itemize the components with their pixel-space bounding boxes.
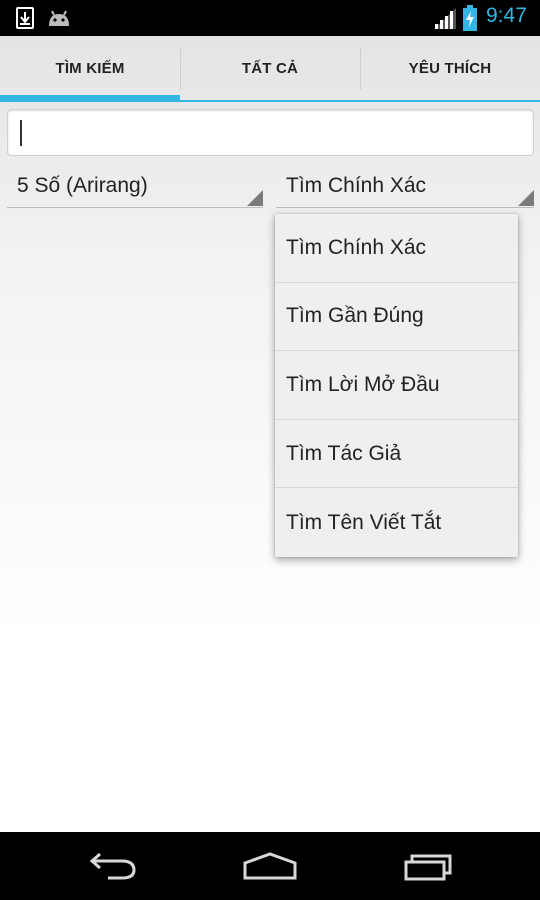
- home-button[interactable]: [235, 846, 305, 886]
- tab-label: TẤT CẢ: [241, 59, 299, 77]
- tab-search[interactable]: TÌM KIẾM: [0, 36, 180, 102]
- android-robot-icon: [49, 10, 69, 26]
- option-label: Tìm Chính Xác: [286, 235, 427, 259]
- recent-apps-icon: [404, 854, 452, 881]
- home-icon: [243, 852, 297, 880]
- tab-all[interactable]: TẤT CẢ: [180, 36, 360, 100]
- dropdown-option-lyrics-start[interactable]: Tìm Lời Mở Đầu: [275, 351, 518, 420]
- tab-label: TÌM KIẾM: [55, 59, 125, 77]
- download-icon: [16, 7, 34, 29]
- search-mode-dropdown: Tìm Chính Xác Tìm Gần Đúng Tìm Lời Mở Đầ…: [275, 214, 518, 557]
- tab-favorites[interactable]: YÊU THÍCH: [360, 36, 540, 100]
- recent-apps-button[interactable]: [394, 846, 464, 886]
- status-bar: 9:47: [0, 0, 540, 36]
- back-button[interactable]: [78, 846, 148, 886]
- dropdown-option-abbreviation[interactable]: Tìm Tên Viết Tắt: [275, 488, 518, 557]
- battery-charging-icon: [463, 5, 477, 31]
- search-mode-spinner[interactable]: Tìm Chính Xác: [276, 166, 534, 208]
- spinner-selected-value: Tìm Chính Xác: [286, 174, 427, 197]
- app-content: TÌM KIẾM TẤT CẢ YÊU THÍCH 5 Số (Arirang)…: [0, 36, 540, 832]
- dropdown-arrow-icon: [247, 190, 263, 206]
- tab-label: YÊU THÍCH: [408, 59, 492, 77]
- dropdown-option-author[interactable]: Tìm Tác Giả: [275, 420, 518, 489]
- tab-bar: TÌM KIẾM TẤT CẢ YÊU THÍCH: [0, 36, 540, 102]
- search-input[interactable]: [7, 109, 534, 156]
- song-type-spinner[interactable]: 5 Số (Arirang): [7, 166, 263, 208]
- signal-icon: [434, 8, 456, 29]
- tab-selected-indicator: [0, 95, 180, 102]
- option-label: Tìm Lời Mở Đầu: [286, 372, 440, 396]
- spinner-selected-value: 5 Số (Arirang): [17, 174, 148, 197]
- navigation-bar: [0, 832, 540, 900]
- dropdown-arrow-icon: [518, 190, 534, 206]
- text-cursor: [20, 120, 22, 146]
- dropdown-option-approximate[interactable]: Tìm Gần Đúng: [275, 283, 518, 352]
- option-label: Tìm Tác Giả: [286, 441, 402, 465]
- dropdown-option-exact[interactable]: Tìm Chính Xác: [275, 214, 518, 283]
- clock: 9:47: [486, 4, 527, 27]
- back-icon: [89, 852, 136, 880]
- option-label: Tìm Gần Đúng: [286, 304, 424, 328]
- option-label: Tìm Tên Viết Tắt: [286, 510, 442, 534]
